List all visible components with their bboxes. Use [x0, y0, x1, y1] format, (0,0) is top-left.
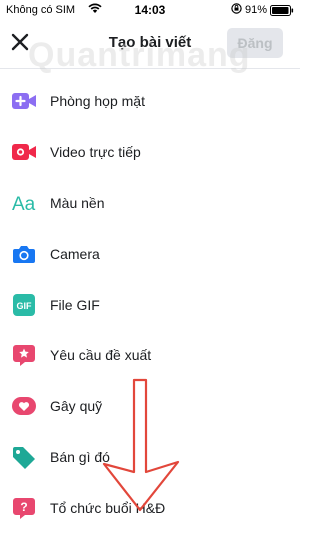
svg-text:Aa: Aa [12, 194, 36, 214]
menu-item-label: Video trực tiếp [50, 144, 141, 161]
camera-icon [11, 241, 37, 267]
create-post-menu: Phòng họp mặt Video trực tiếp Aa Màu nền… [0, 76, 300, 533]
menu-item-background-color[interactable]: Aa Màu nền [0, 178, 300, 229]
menu-item-label: Tổ chức buổi H&Đ [50, 499, 166, 516]
menu-item-qa-event[interactable]: ? Tổ chức buổi H&Đ [0, 482, 300, 533]
star-speech-icon [11, 342, 37, 368]
svg-text:GIF: GIF [17, 301, 33, 311]
menu-item-fundraiser[interactable]: Gây quỹ [0, 381, 300, 432]
fundraiser-heart-icon [11, 393, 37, 419]
menu-item-live-video[interactable]: Video trực tiếp [0, 127, 300, 178]
header: Tạo bài viết Đăng [0, 20, 300, 69]
menu-item-gif[interactable]: GIF File GIF [0, 279, 300, 330]
battery-percent: 91% [245, 4, 268, 16]
menu-item-label: Yêu cầu đề xuất [50, 347, 152, 364]
text-color-icon: Aa [11, 190, 37, 216]
menu-item-label: Phòng họp mặt [50, 93, 145, 110]
menu-item-camera[interactable]: Camera [0, 228, 300, 279]
menu-item-ask-recommendations[interactable]: Yêu cầu đề xuất [0, 330, 300, 381]
svg-text:?: ? [20, 500, 27, 514]
menu-item-label: Bán gì đó [50, 448, 110, 465]
video-plus-icon [11, 88, 37, 114]
live-video-icon [11, 139, 37, 165]
menu-item-label: Gây quỹ [50, 398, 103, 415]
post-button[interactable]: Đăng [227, 28, 283, 58]
qa-icon: ? [11, 495, 37, 521]
price-tag-icon [11, 444, 37, 470]
menu-item-label: File GIF [50, 296, 100, 313]
menu-item-label: Camera [50, 245, 100, 262]
menu-item-rooms[interactable]: Phòng họp mặt [0, 76, 300, 127]
rotation-lock-icon [231, 3, 242, 17]
status-bar: Không có SIM 14:03 91% [0, 0, 300, 20]
menu-item-label: Màu nền [50, 194, 105, 211]
menu-item-sell[interactable]: Bán gì đó [0, 432, 300, 483]
gif-icon: GIF [11, 292, 37, 318]
battery-icon [270, 5, 294, 19]
